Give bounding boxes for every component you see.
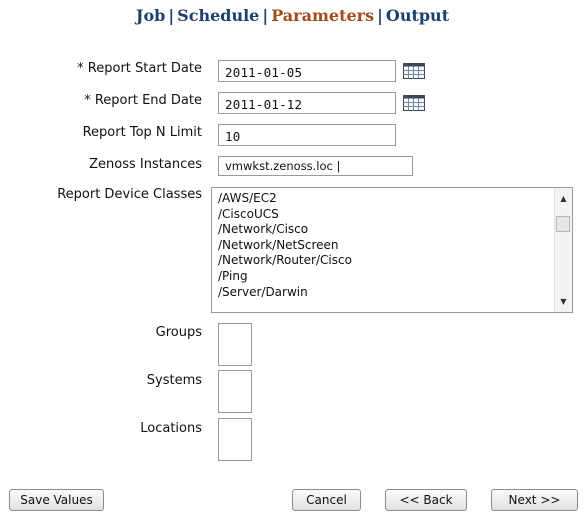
- tab-output[interactable]: Output: [386, 6, 449, 25]
- wizard-nav: Job | Schedule | Parameters | Output: [0, 6, 585, 25]
- systems-select[interactable]: [218, 370, 252, 413]
- device-classes-listbox[interactable]: /AWS/EC2 /CiscoUCS /Network/Cisco /Netwo…: [211, 187, 573, 313]
- next-button[interactable]: Next >>: [491, 489, 578, 511]
- systems-label: Systems: [146, 373, 202, 388]
- scroll-thumb[interactable]: [556, 216, 570, 232]
- nav-separator: |: [262, 6, 269, 25]
- scroll-up-arrow-icon[interactable]: ▲: [555, 190, 572, 207]
- list-item[interactable]: /AWS/EC2: [218, 191, 352, 207]
- top-n-label: Report Top N Limit: [82, 125, 202, 140]
- cancel-button[interactable]: Cancel: [292, 489, 361, 511]
- start-date-input[interactable]: 2011-01-05: [218, 60, 396, 82]
- list-item[interactable]: /Network/Cisco: [218, 222, 352, 238]
- groups-label: Groups: [155, 325, 202, 340]
- tab-schedule[interactable]: Schedule: [177, 6, 259, 25]
- zenoss-instances-label: Zenoss Instances: [89, 157, 202, 172]
- top-n-input[interactable]: 10: [218, 124, 396, 146]
- list-item[interactable]: /CiscoUCS: [218, 207, 352, 223]
- scroll-down-arrow-icon[interactable]: ▼: [555, 293, 572, 310]
- calendar-icon[interactable]: [403, 95, 425, 111]
- listbox-scrollbar[interactable]: ▲ ▼: [554, 188, 572, 312]
- device-classes-options: /AWS/EC2 /CiscoUCS /Network/Cisco /Netwo…: [218, 191, 352, 300]
- locations-label: Locations: [140, 421, 202, 436]
- save-values-button[interactable]: Save Values: [9, 489, 104, 511]
- end-date-label: * Report End Date: [84, 93, 202, 108]
- nav-separator: |: [377, 6, 383, 25]
- list-item[interactable]: /Network/NetScreen: [218, 238, 352, 254]
- locations-select[interactable]: [218, 418, 252, 461]
- end-date-input[interactable]: 2011-01-12: [218, 92, 396, 114]
- zenoss-instances-input[interactable]: vmwkst.zenoss.loc |: [218, 156, 413, 176]
- list-item[interactable]: /Server/Darwin: [218, 285, 352, 301]
- list-item[interactable]: /Network/Router/Cisco: [218, 253, 352, 269]
- device-classes-label: Report Device Classes: [57, 187, 202, 202]
- groups-select[interactable]: [218, 323, 252, 366]
- back-button[interactable]: << Back: [385, 489, 467, 511]
- nav-separator: |: [168, 6, 175, 25]
- list-item[interactable]: /Ping: [218, 269, 352, 285]
- start-date-label: * Report Start Date: [77, 61, 202, 76]
- calendar-icon[interactable]: [403, 63, 425, 79]
- tab-job[interactable]: Job: [136, 6, 165, 25]
- tab-parameters[interactable]: Parameters: [271, 6, 374, 25]
